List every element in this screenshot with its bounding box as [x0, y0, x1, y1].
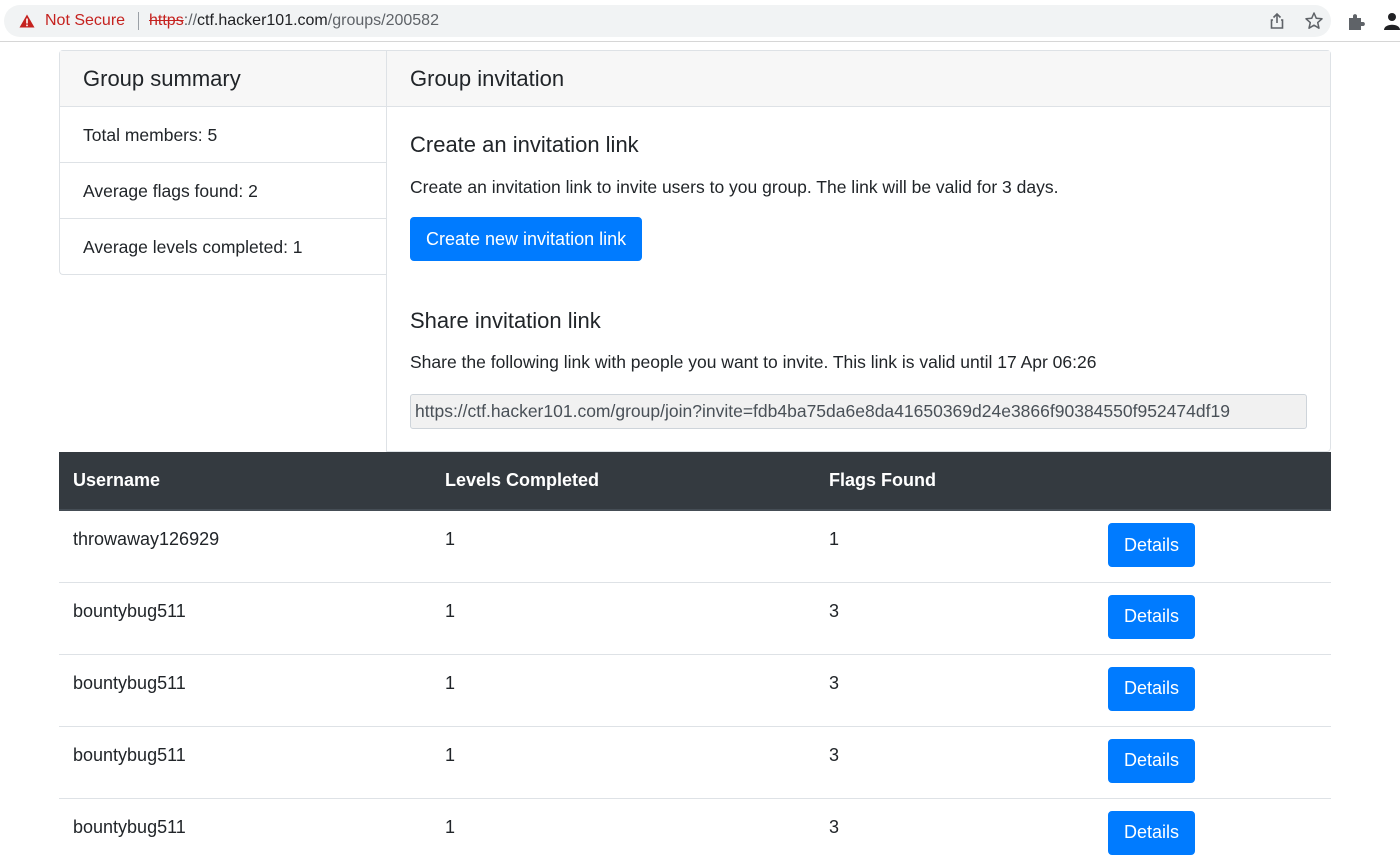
row-username: bountybug511	[59, 726, 431, 799]
table-row: throwaway126929 1 1 Details	[59, 510, 1331, 583]
column-username: Username	[59, 452, 431, 511]
total-members: Total members: 5	[60, 107, 387, 163]
invitation-link-field[interactable]: https://ctf.hacker101.com/group/join?inv…	[410, 394, 1307, 429]
row-levels-completed: 1	[431, 654, 815, 727]
row-levels-completed: 1	[431, 726, 815, 799]
group-invitation-card: Group invitation Create an invitation li…	[386, 50, 1331, 452]
table-header-row: Username Levels Completed Flags Found	[59, 452, 1331, 511]
column-actions	[1094, 452, 1331, 511]
row-actions: Details	[1094, 582, 1331, 655]
group-invitation-title: Group invitation	[387, 51, 1330, 107]
url-path: /groups/200582	[327, 12, 439, 29]
row-actions: Details	[1094, 726, 1331, 799]
row-levels-completed: 1	[431, 582, 815, 655]
column-levels-completed: Levels Completed	[431, 452, 815, 511]
table-row: bountybug511 1 3 Details	[59, 582, 1331, 655]
share-invitation-heading: Share invitation link	[410, 308, 601, 333]
create-invitation-button[interactable]: Create new invitation link	[410, 217, 643, 261]
row-levels-completed: 1	[431, 798, 815, 867]
row-username: bountybug511	[59, 654, 431, 727]
table-row: bountybug511 1 3 Details	[59, 654, 1331, 727]
members-table: Username Levels Completed Flags Found th…	[59, 452, 1331, 867]
create-invitation-heading: Create an invitation link	[410, 132, 639, 157]
column-flags-found: Flags Found	[815, 452, 1094, 511]
not-secure-label[interactable]: Not Secure	[45, 12, 125, 30]
row-flags-found: 3	[815, 798, 1094, 867]
row-flags-found: 3	[815, 654, 1094, 727]
row-username: bountybug511	[59, 798, 431, 867]
details-button[interactable]: Details	[1108, 738, 1195, 783]
profile-icon[interactable]	[1382, 11, 1400, 31]
details-button[interactable]: Details	[1108, 594, 1195, 639]
row-username: throwaway126929	[59, 510, 431, 583]
extensions-icon[interactable]	[1346, 11, 1366, 31]
warning-icon[interactable]	[19, 14, 35, 28]
share-invitation-description: Share the following link with people you…	[410, 352, 1097, 372]
table-row: bountybug511 1 3 Details	[59, 798, 1331, 867]
row-levels-completed: 1	[431, 510, 815, 583]
group-summary-title: Group summary	[60, 51, 387, 107]
bookmark-star-icon[interactable]	[1304, 11, 1324, 31]
details-button[interactable]: Details	[1108, 810, 1195, 855]
row-actions: Details	[1094, 798, 1331, 867]
address-bar[interactable]: Not Secure https://ctf.hacker101.com/gro…	[4, 5, 1331, 37]
details-button[interactable]: Details	[1108, 523, 1195, 567]
share-icon[interactable]	[1268, 12, 1286, 30]
details-button[interactable]: Details	[1108, 666, 1195, 711]
row-actions: Details	[1094, 510, 1331, 583]
row-flags-found: 3	[815, 582, 1094, 655]
average-levels-completed: Average levels completed: 1	[83, 237, 303, 257]
browser-toolbar: Not Secure https://ctf.hacker101.com/gro…	[0, 0, 1400, 42]
group-summary-card: Group summary Total members: 5 Average f…	[59, 50, 387, 275]
url-scheme: https	[149, 12, 184, 29]
row-flags-found: 3	[815, 726, 1094, 799]
create-invitation-description: Create an invitation link to invite user…	[410, 177, 1059, 197]
row-flags-found: 1	[815, 510, 1094, 583]
row-actions: Details	[1094, 654, 1331, 727]
average-flags-found: Average flags found: 2	[60, 163, 387, 219]
row-username: bountybug511	[59, 582, 431, 655]
table-row: bountybug511 1 3 Details	[59, 726, 1331, 799]
omnibox-divider	[138, 12, 139, 30]
url-host: ctf.hacker101.com	[197, 12, 328, 29]
url-text[interactable]: https://ctf.hacker101.com/groups/200582	[149, 12, 439, 30]
url-scheme-separator: ://	[183, 12, 198, 29]
